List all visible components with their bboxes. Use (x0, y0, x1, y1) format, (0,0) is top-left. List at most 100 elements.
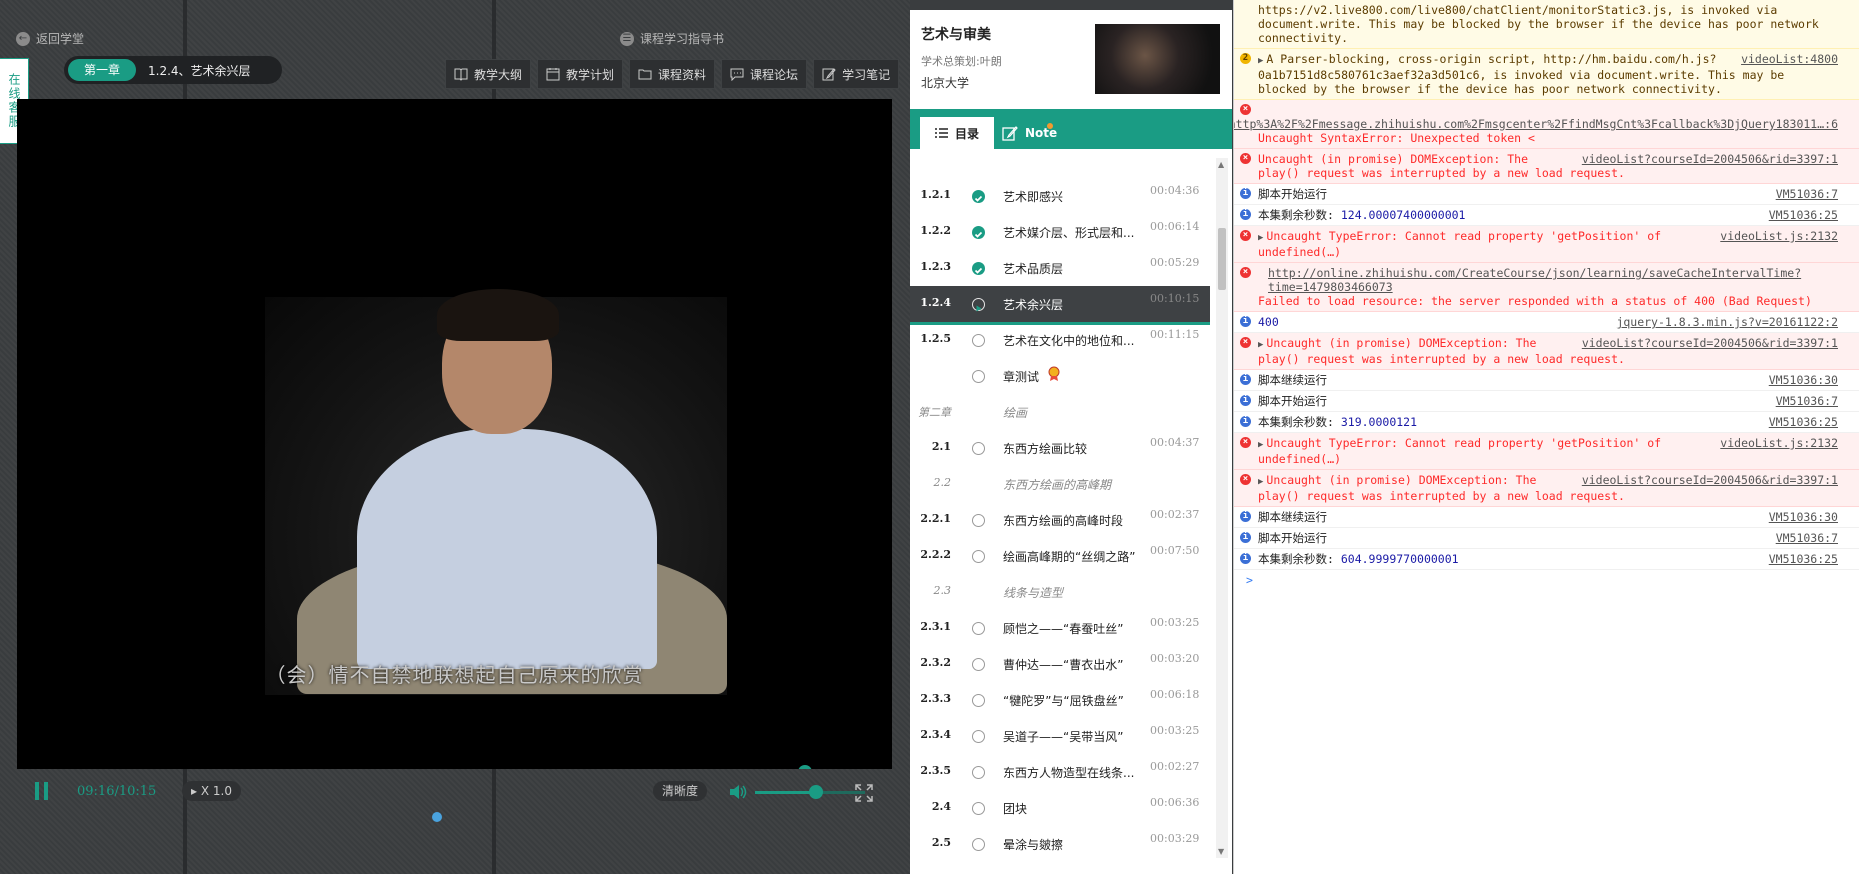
console-info-entry: i VM51036:25 本集剩余秒数: 124.00007400000001 (1234, 205, 1859, 226)
lesson-title: 艺术品质层 (1003, 262, 1064, 276)
video-subtitle: （会）情不自禁地联想起自己原来的欣赏 (265, 663, 644, 687)
lesson-item[interactable]: 1.2.2 艺术媒介层、形式层和... 00:06:14 (910, 214, 1210, 250)
console-source-link[interactable]: videoList.js:2132 (1720, 229, 1838, 243)
speed-label: X 1.0 (200, 784, 232, 798)
scroll-down-icon[interactable]: ▼ (1218, 847, 1224, 856)
console-log-list: https://v2.live800.com/live800/chatClien… (1234, 0, 1859, 570)
error-icon: × (1240, 153, 1251, 164)
volume-icon[interactable] (729, 784, 747, 800)
console-source-link[interactable]: http://online.zhihuishu.com/CreateCourse… (1268, 266, 1838, 294)
lesson-item[interactable]: 2.4 团块 00:06:36 (910, 790, 1210, 826)
scrollbar-thumb[interactable] (1218, 228, 1226, 290)
console-source-link[interactable]: videoList.js:2132 (1720, 436, 1838, 450)
volume-slider[interactable] (755, 785, 865, 799)
lesson-item[interactable]: 2.2.2 绘画高峰期的“丝绸之路” 00:07:50 (910, 538, 1210, 574)
lesson-item[interactable]: 2.1 东西方绘画比较 00:04:37 (910, 430, 1210, 466)
console-message: 本集剩余秒数: (1258, 552, 1341, 566)
study-guide-link[interactable]: ☰ 课程学习指导书 (620, 30, 724, 47)
console-source-link[interactable]: VM51036:7 (1776, 394, 1838, 408)
lesson-item[interactable]: 1.2.5 艺术在文化中的地位和... 00:11:15 (910, 322, 1210, 358)
tab-note[interactable]: Note (1002, 117, 1057, 149)
tool-label: 教学计划 (566, 67, 615, 82)
fullscreen-icon[interactable] (855, 784, 873, 802)
lesson-number: 1.2.3 (920, 260, 951, 273)
info-icon: i (1240, 416, 1251, 427)
console-prompt[interactable]: > (1234, 570, 1859, 590)
back-to-classroom-link[interactable]: ← 返回学堂 (16, 30, 84, 47)
lesson-item[interactable]: 2.5 晕涂与皴擦 00:03:29 (910, 826, 1210, 862)
console-info-entry: i jquery-1.8.3.min.js?v=20161122:2 400 (1234, 312, 1859, 333)
section-heading: 2.2 东西方绘画的高峰期 (910, 466, 1210, 502)
console-info-entry: i VM51036:25 本集剩余秒数: 604.9999770000001 (1234, 549, 1859, 570)
lesson-item[interactable]: 2.2.1 东西方绘画的高峰时段 00:02:37 (910, 502, 1210, 538)
console-message: 脚本开始运行 (1258, 394, 1327, 408)
console-source-link[interactable]: videoList?courseId=2004506&rid=3397:1 (1582, 473, 1838, 487)
lesson-title: 曹仲达——“曹衣出水” (1003, 658, 1124, 672)
console-source-link[interactable]: VM51036:25 (1769, 552, 1838, 566)
console-source-link[interactable]: videoList?courseId=2004506&rid=3397:1 (1582, 336, 1838, 350)
video-player[interactable]: （会）情不自禁地联想起自己原来的欣赏 (17, 99, 892, 769)
lesson-number: 2.2.2 (920, 548, 951, 561)
console-source-link[interactable]: videoList?courseId=2004506&rid=3397:1 (1582, 152, 1838, 166)
console-info-entry: i VM51036:7 脚本开始运行 (1234, 184, 1859, 205)
expand-triangle-icon[interactable]: ▶ (1258, 477, 1263, 487)
lesson-title: 晕涂与皴擦 (1003, 838, 1064, 852)
lesson-number: 1.2.2 (920, 224, 951, 237)
console-source-link[interactable]: VM51036:25 (1769, 208, 1838, 222)
console-source-link[interactable]: jquery-1.8.3.min.js?v=20161122:2 (1616, 315, 1838, 329)
console-source-link[interactable]: VM51036:25 (1769, 415, 1838, 429)
console-source-link[interactable]: VM51036:7 (1776, 531, 1838, 545)
console-source-link[interactable]: videoList:4800 (1741, 52, 1838, 66)
study-notes-button[interactable]: 学习笔记 (813, 59, 900, 89)
console-source-link[interactable]: login?service=http%3A%2F%2Fmessage.zhihu… (1234, 103, 1838, 131)
console-source-link[interactable]: VM51036:30 (1769, 373, 1838, 387)
console-source-link[interactable]: VM51036:7 (1776, 187, 1838, 201)
lesson-item[interactable]: 2.3.2 曹仲达——“曹衣出水” 00:03:20 (910, 646, 1210, 682)
quality-button[interactable]: 清晰度 (653, 781, 708, 801)
lesson-item[interactable]: 1.2.1 艺术即感兴 00:04:36 (910, 178, 1210, 214)
syllabus-button[interactable]: 教学大纲 (445, 59, 532, 89)
lesson-item[interactable]: 2.3.1 顾恺之——“春蚕吐丝” 00:03:25 (910, 610, 1210, 646)
lesson-item[interactable]: 1.2.3 艺术品质层 00:05:29 (910, 250, 1210, 286)
lesson-list-scrollbar[interactable]: ▲ ▼ (1216, 158, 1228, 858)
console-message: 脚本继续运行 (1258, 373, 1327, 387)
lesson-item[interactable]: 2.3.4 吴道子——“吴带当风” 00:03:25 (910, 718, 1210, 754)
info-icon: i (1240, 188, 1251, 199)
lesson-duration: 00:05:29 (1150, 256, 1200, 269)
lesson-number: 2.3.3 (920, 692, 951, 705)
course-forum-button[interactable]: 课程论坛 (721, 59, 808, 89)
lesson-number: 2.4 (931, 800, 951, 813)
lesson-item[interactable]: 2.3.5 东西方人物造型在线条... 00:02:27 (910, 754, 1210, 790)
lesson-duration: 00:03:25 (1150, 724, 1200, 737)
edit-icon (822, 68, 836, 81)
expand-triangle-icon[interactable]: ▶ (1258, 233, 1263, 243)
speed-button[interactable]: ▸ X 1.0 (182, 781, 241, 801)
console-source-link[interactable]: VM51036:30 (1769, 510, 1838, 524)
empty-circle-icon (972, 766, 985, 779)
empty-circle-icon (972, 514, 985, 527)
check-circle-icon (972, 226, 985, 239)
tab-catalog[interactable]: 目录 (920, 117, 994, 149)
lesson-item[interactable]: 章测试 (910, 358, 1210, 394)
award-icon (1048, 366, 1060, 382)
note-badge-dot (1047, 123, 1053, 129)
lesson-title: 艺术媒介层、形式层和... (1003, 226, 1135, 240)
folder-icon (638, 69, 652, 80)
console-message: 脚本开始运行 (1258, 187, 1327, 201)
info-icon: i (1240, 511, 1251, 522)
expand-triangle-icon[interactable]: ▶ (1258, 340, 1263, 350)
course-materials-button[interactable]: 课程资料 (629, 59, 716, 89)
note-edit-icon (1002, 125, 1018, 141)
course-thumbnail (1095, 24, 1220, 94)
teaching-plan-button[interactable]: 教学计划 (537, 59, 624, 89)
lesson-title: 东西方绘画的高峰时段 (1003, 514, 1124, 528)
expand-triangle-icon[interactable]: ▶ (1258, 56, 1263, 66)
lesson-item[interactable]: 1.2.4 艺术余兴层 00:10:15 (910, 286, 1210, 325)
scroll-up-icon[interactable]: ▲ (1218, 160, 1224, 169)
video-progress-handle[interactable] (797, 765, 812, 769)
lesson-item[interactable]: 2.3.3 “犍陀罗”与“屈铁盘丝” 00:06:18 (910, 682, 1210, 718)
pause-button[interactable] (35, 782, 49, 800)
lesson-title: 绘画 (1003, 406, 1028, 420)
volume-handle[interactable] (808, 785, 823, 799)
expand-triangle-icon[interactable]: ▶ (1258, 440, 1263, 450)
